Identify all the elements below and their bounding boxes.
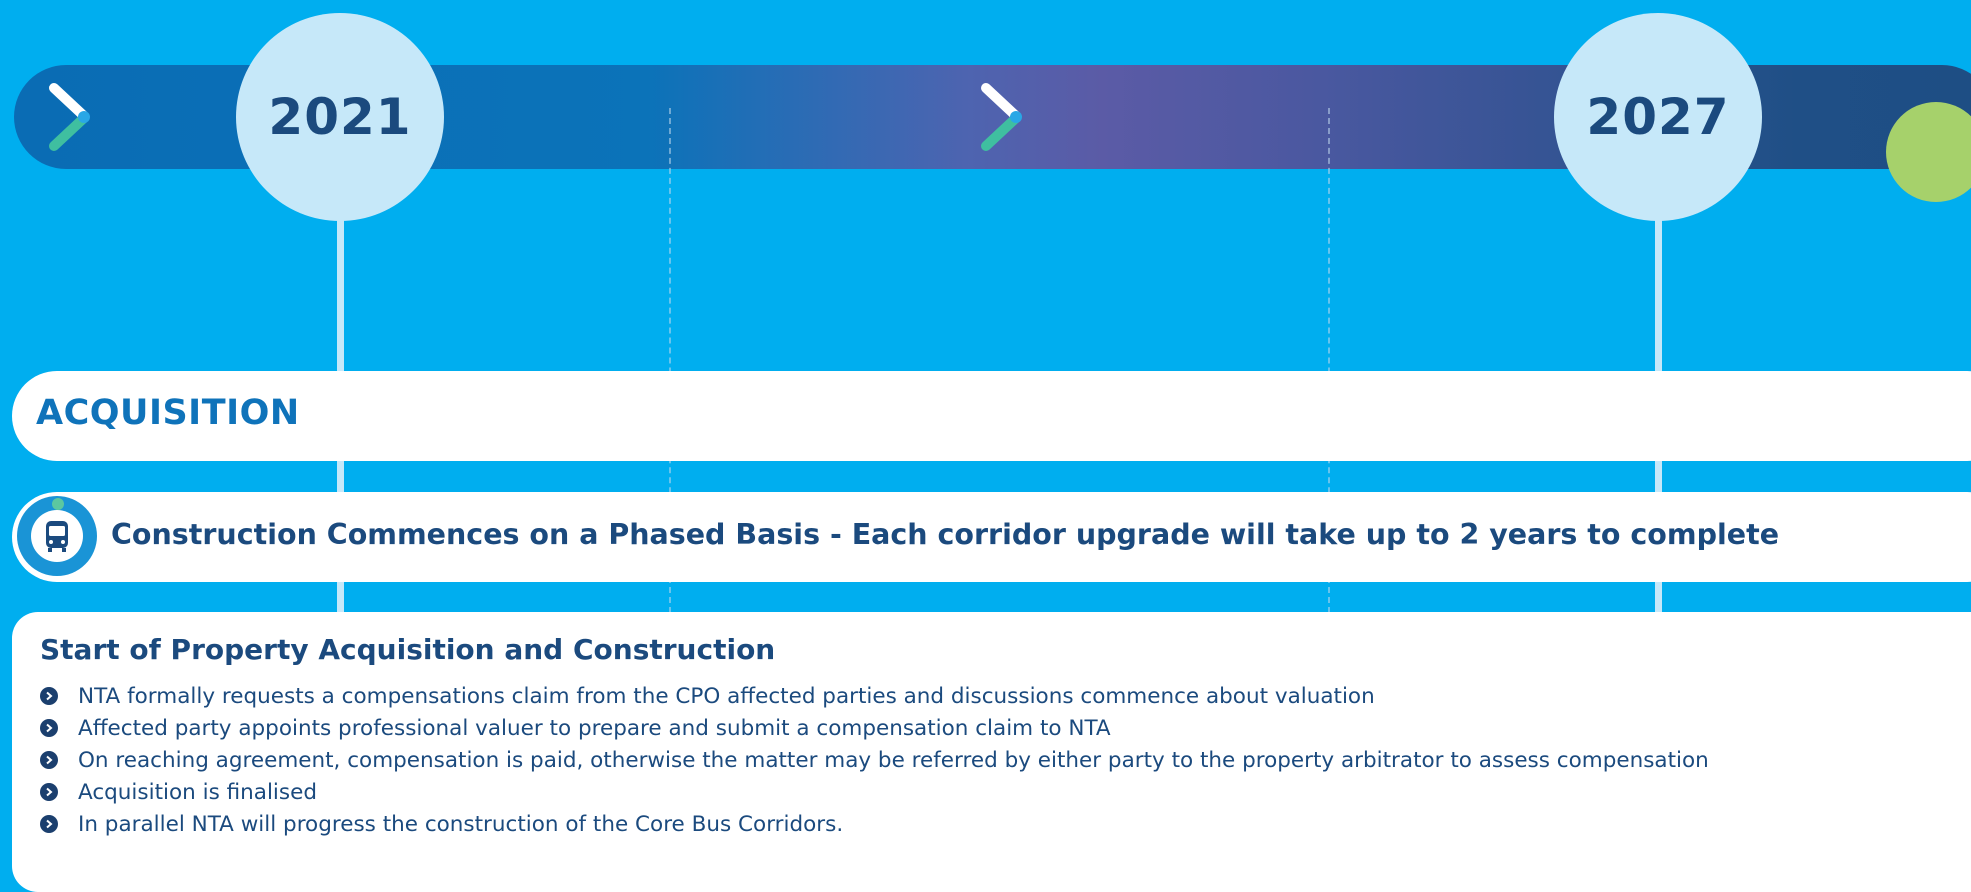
bus-badge-dot	[52, 498, 64, 510]
year-label: 2021	[268, 88, 412, 146]
list-item: NTA formally requests a compensations cl…	[40, 680, 1709, 712]
construction-text: Construction Commences on a Phased Basis…	[111, 518, 1780, 551]
bus-icon	[31, 510, 83, 562]
chevron-circle-icon	[40, 751, 58, 769]
chevron-circle-icon	[40, 687, 58, 705]
timeline-end-marker	[1886, 102, 1971, 202]
chevron-circle-icon	[40, 815, 58, 833]
chevron-circle-icon	[40, 783, 58, 801]
acquisition-panel	[12, 371, 1971, 461]
list-item: On reaching agreement, compensation is p…	[40, 744, 1709, 776]
year-marker-start: 2021	[236, 13, 444, 221]
chevron-right-icon	[49, 83, 90, 151]
acquisition-title: ACQUISITION	[36, 393, 300, 433]
year-marker-end: 2027	[1554, 13, 1762, 221]
list-item: In parallel NTA will progress the constr…	[40, 808, 1709, 840]
bullet-text: In parallel NTA will progress the constr…	[78, 811, 844, 837]
list-item: Acquisition is finalised	[40, 776, 1709, 808]
bullet-list: NTA formally requests a compensations cl…	[40, 680, 1709, 840]
bullet-text: On reaching agreement, compensation is p…	[78, 747, 1709, 773]
bullet-text: NTA formally requests a compensations cl…	[78, 683, 1375, 709]
chevron-right-icon	[981, 83, 1022, 151]
property-acquisition-heading: Start of Property Acquisition and Constr…	[40, 633, 776, 666]
bullet-text: Affected party appoints professional val…	[78, 715, 1111, 741]
list-item: Affected party appoints professional val…	[40, 712, 1709, 744]
chevron-circle-icon	[40, 719, 58, 737]
bullet-text: Acquisition is finalised	[78, 779, 317, 805]
year-label: 2027	[1586, 88, 1730, 146]
